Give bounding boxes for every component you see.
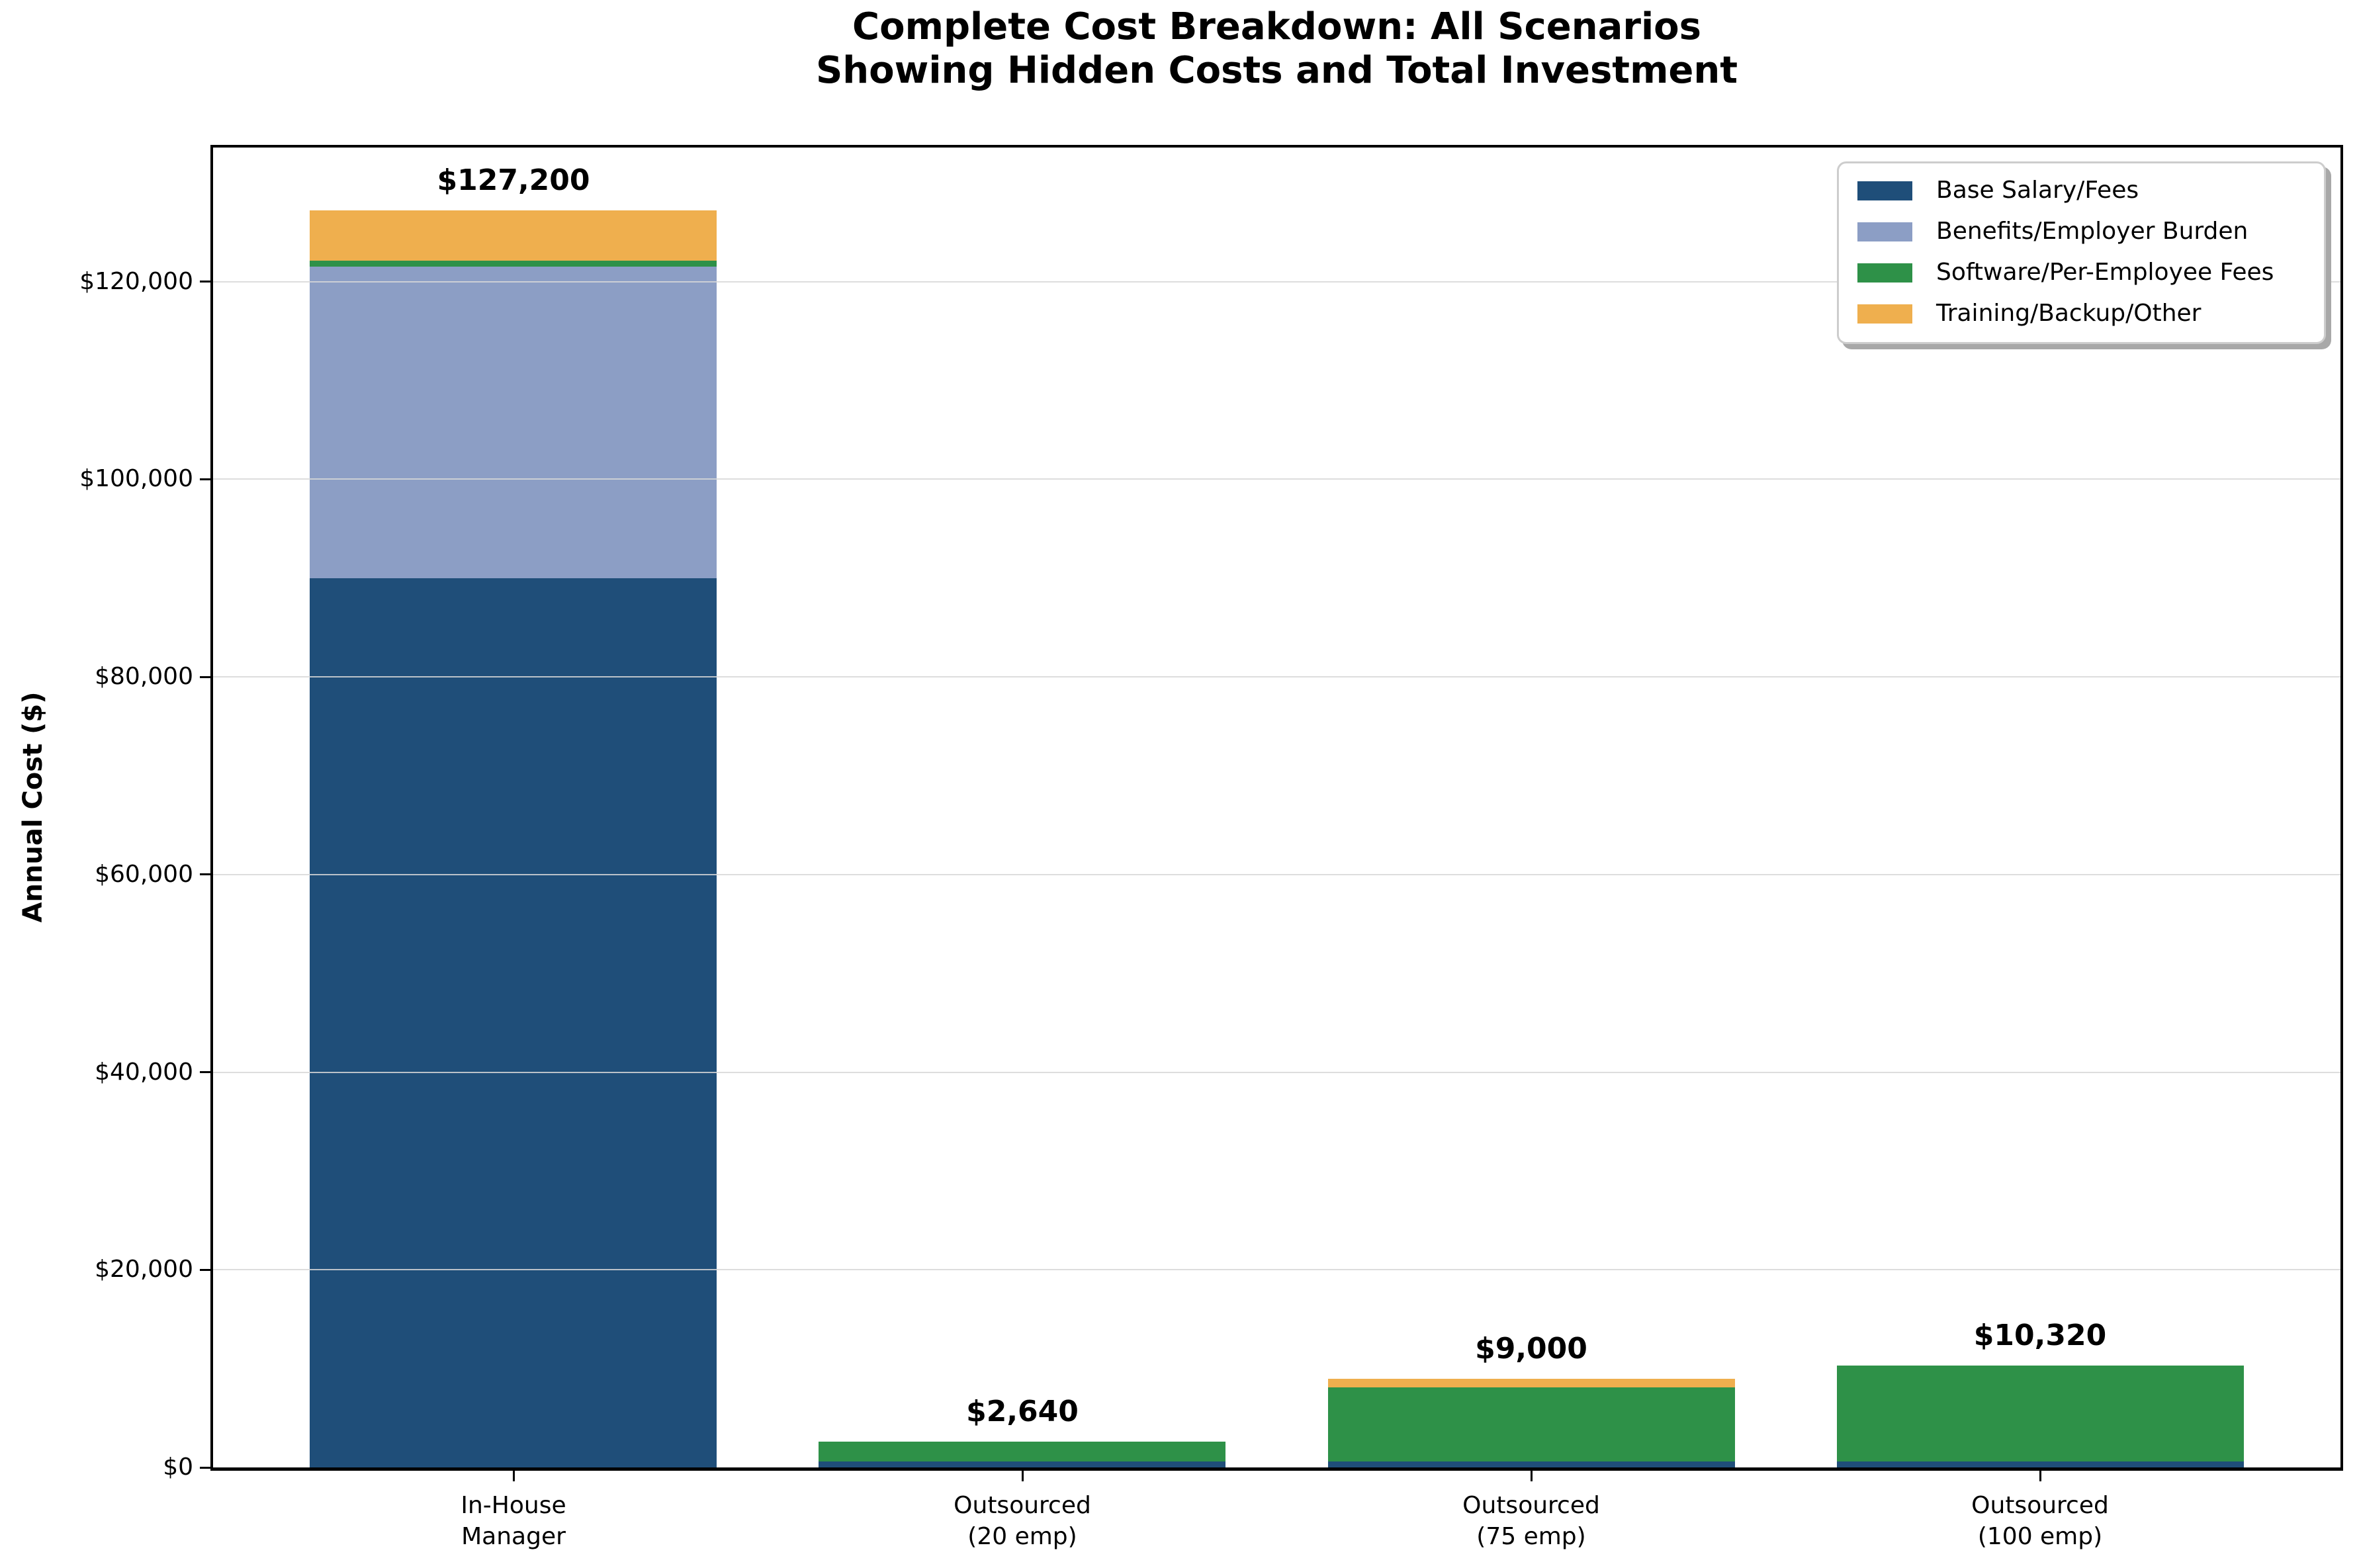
bar-total-label: $2,640 [966,1397,1079,1427]
y-tick-mark [200,1467,210,1469]
chart-title-line2: Showing Hidden Costs and Total Investmen… [213,49,2340,93]
y-tick-label: $0 [163,1456,193,1479]
legend-item: Software/Per-Employee Fees [1857,252,2324,293]
chart-title-line1: Complete Cost Breakdown: All Scenarios [213,5,2340,49]
bar-segment [310,210,717,261]
x-tick-mark [1531,1471,1533,1481]
y-tick-mark [200,281,210,283]
bar-segment [310,267,717,578]
y-tick-label: $120,000 [79,270,193,294]
x-tick-mark [513,1471,515,1481]
bar-segment [1837,1366,2244,1461]
y-tick-label: $100,000 [79,467,193,491]
chart-figure: Complete Cost Breakdown: All Scenarios S… [0,0,2359,1568]
legend-item-label: Benefits/Employer Burden [1936,218,2248,245]
y-tick-mark [200,873,210,875]
y-tick-label: $60,000 [95,863,193,887]
x-tick-label: Outsourced(75 emp) [1462,1490,1600,1552]
x-tick-label-line: (100 emp) [1971,1521,2109,1552]
chart-title: Complete Cost Breakdown: All Scenarios S… [213,5,2340,93]
bar-segment [819,1442,1225,1461]
legend: Base Salary/Fees Benefits/Employer Burden… [1837,161,2326,344]
x-tick-label-line: In-House [461,1490,566,1521]
bar-total-label: $10,320 [1974,1321,2106,1351]
legend-item-label: Software/Per-Employee Fees [1936,259,2274,286]
y-tick-mark [200,676,210,678]
x-tick-label-line: Manager [461,1521,566,1552]
y-axis-label: Annual Cost ($) [18,691,48,922]
x-tick-label-line: Outsourced [954,1490,1091,1521]
y-tick-mark [200,478,210,480]
y-tick-label: $80,000 [95,665,193,689]
x-tick-label: Outsourced(100 emp) [1971,1490,2109,1552]
bar-segment [1328,1461,1735,1467]
x-tick-label: Outsourced(20 emp) [954,1490,1091,1552]
legend-swatch [1857,181,1912,200]
legend-item: Training/Backup/Other [1857,293,2324,334]
x-tick-label-line: Outsourced [1971,1490,2109,1521]
y-tick-mark [200,1269,210,1271]
x-tick-mark [2039,1471,2041,1481]
bar-segment [1837,1461,2244,1467]
legend-item-label: Base Salary/Fees [1936,177,2139,204]
bar-segment [310,578,717,1467]
x-tick-label: In-HouseManager [461,1490,566,1552]
bar-total-label: $127,200 [437,165,590,196]
y-tick-label: $40,000 [95,1061,193,1084]
bar-segment [1328,1387,1735,1461]
legend-item: Benefits/Employer Burden [1857,211,2324,252]
y-tick-label: $20,000 [95,1258,193,1282]
legend-item-label: Training/Backup/Other [1936,300,2201,327]
bar-segment [819,1461,1225,1467]
x-tick-label-line: Outsourced [1462,1490,1600,1521]
bar-segment [310,261,717,267]
legend-item: Base Salary/Fees [1857,170,2324,211]
bar-segment [1328,1379,1735,1387]
x-tick-label-line: (20 emp) [954,1521,1091,1552]
legend-swatch [1857,304,1912,324]
legend-swatch [1857,263,1912,283]
bar-total-label: $9,000 [1475,1334,1587,1364]
x-tick-label-line: (75 emp) [1462,1521,1600,1552]
x-tick-mark [1022,1471,1024,1481]
legend-swatch [1857,222,1912,241]
y-tick-mark [200,1071,210,1073]
